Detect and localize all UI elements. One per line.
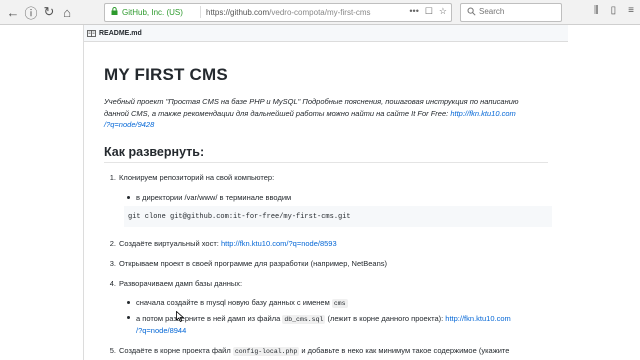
menu-icon[interactable]: ≡ — [628, 5, 634, 16]
more-icon[interactable]: ••• — [409, 6, 418, 17]
divider — [200, 6, 201, 18]
bullet-text-2: (лежит в корне данного проекта): — [327, 314, 444, 323]
readme-header: README.md — [84, 25, 568, 42]
step-text: Клонируем репозиторий на свой компьютер: — [119, 173, 275, 182]
search-icon — [467, 7, 476, 16]
url-path: /vedro-compota/my-first-cms — [269, 8, 371, 17]
intro-link-part-2: /?q=node/9428 — [104, 120, 155, 129]
inline-code: db_cms.sql — [282, 315, 326, 324]
bullet-text: сначала создайте в mysql новую базу данн… — [136, 298, 330, 307]
sidebar-icon[interactable]: ▯ — [611, 5, 617, 16]
step-text: Разворачиваем дамп базы данных: — [119, 279, 243, 288]
lock-icon — [111, 7, 118, 15]
browser-toolbar: ← ⓘ ↻ ⌂ GitHub, Inc. (US) https://github… — [0, 0, 640, 25]
bookmark-star-icon[interactable]: ☆ — [439, 6, 447, 17]
step-4-bullet-2: а потом разверните в ней дамп из файла d… — [127, 313, 546, 336]
bullet-text: а потом разверните в ней дамп из файла — [136, 314, 281, 323]
library-icon[interactable]: ⫼ — [594, 5, 599, 16]
step-text: Создаёте виртуальный хост: — [119, 239, 219, 248]
step-3: 3. Открываем проект в своей программе для… — [104, 259, 387, 268]
inline-code: config-local.php — [232, 347, 300, 356]
search-bar[interactable] — [460, 3, 562, 22]
step-text: Открываем проект в своей программе для р… — [119, 259, 387, 268]
dump-link-part-2: /?q=node/8944 — [136, 326, 187, 335]
url-text[interactable]: https://github.com/vedro-compota/my-firs… — [206, 8, 371, 17]
step-number: 4. — [109, 279, 116, 288]
markdown-body: MY FIRST CMS Учебный проект "Простая CMS… — [104, 65, 552, 356]
step-4-bullet-1: сначала создайте в mysql новую базу данн… — [127, 298, 348, 308]
toolbar-right: ⫼ ▯ ≡ — [594, 5, 634, 16]
step-1-code-block: git clone git@github.com:it-for-free/my-… — [124, 206, 552, 227]
readme-panel: README.md MY FIRST CMS Учебный проект "П… — [83, 25, 569, 360]
page-title: MY FIRST CMS — [104, 65, 228, 84]
url-base: https://github.com — [206, 8, 270, 17]
file-name: README.md — [99, 29, 142, 37]
dump-link-part-1: http://fkn.ktu10.com — [445, 314, 511, 323]
step-number: 2. — [109, 239, 116, 248]
home-icon[interactable]: ⌂ — [58, 3, 76, 21]
book-icon — [87, 29, 96, 37]
intro-link-part-1: http://fkn.ktu10.com — [450, 108, 516, 118]
back-icon[interactable]: ← — [4, 3, 22, 21]
section-heading: Как развернуть: — [104, 145, 205, 159]
left-gutter — [0, 25, 83, 360]
step-number: 1. — [109, 173, 116, 182]
pocket-icon[interactable]: ☐ — [425, 6, 433, 17]
step-5: 5. Создаёте в корне проекта файл config-l… — [104, 346, 510, 356]
step-number: 5. — [109, 346, 116, 355]
inline-code: cms — [331, 299, 348, 308]
step-1-bullet: в директории /var/www/ в терминале вводи… — [126, 193, 292, 202]
step-text-2: и добавьте в неко как минимум такое соде… — [301, 346, 510, 355]
step-1: 1. Клонируем репозиторий на свой компьюте… — [104, 173, 274, 182]
mouse-cursor-icon — [176, 311, 184, 322]
right-gutter — [568, 25, 640, 360]
page-content: README.md MY FIRST CMS Учебный проект "П… — [0, 25, 640, 360]
intro-paragraph: Учебный проект "Простая CMS на базе PHP … — [104, 96, 544, 131]
url-actions: ••• ☐ ☆ — [409, 6, 447, 17]
reload-icon[interactable]: ↻ — [40, 3, 58, 21]
step-2: 2. Создаёте виртуальный хост: http://fkn.… — [104, 239, 337, 248]
step-number: 3. — [109, 259, 116, 268]
address-bar[interactable]: GitHub, Inc. (US) https://github.com/ved… — [104, 3, 452, 22]
info-icon[interactable]: ⓘ — [22, 3, 40, 21]
search-input[interactable] — [479, 7, 555, 16]
section-divider — [104, 162, 548, 163]
step-text: Создаёте в корне проекта файл — [119, 346, 231, 355]
vhost-link[interactable]: http://fkn.ktu10.com/?q=node/8593 — [221, 239, 337, 248]
step-4: 4. Разворачиваем дамп базы данных: — [104, 279, 242, 288]
site-identity[interactable]: GitHub, Inc. (US) — [122, 8, 183, 17]
code-text: git clone git@github.com:it-for-free/my-… — [128, 212, 351, 221]
